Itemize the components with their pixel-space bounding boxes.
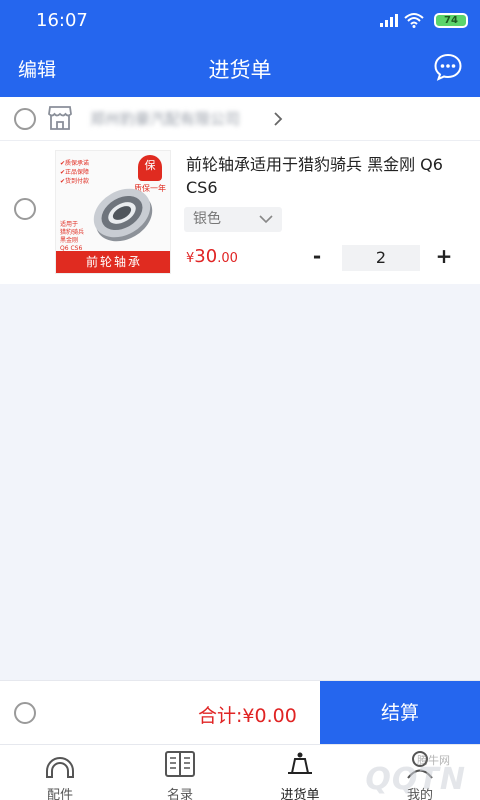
checkout-bar: 合计:¥0.00 结算 xyxy=(0,680,480,745)
tab-bar: 配件 名录 进货单 我的 腾牛网 QQTN xyxy=(0,744,480,800)
total-value: ¥0.00 xyxy=(242,705,297,727)
decrease-quantity-button[interactable]: - xyxy=(306,243,328,269)
variant-label: 银色 xyxy=(193,211,221,227)
shop-icon xyxy=(48,106,72,130)
checkout-button[interactable]: 结算 xyxy=(320,681,480,745)
product-price: ¥30.00 xyxy=(186,246,238,267)
chevron-down-icon xyxy=(259,215,273,224)
product-image-fitment: 适用于 猎豹骑兵 黑金刚 Q6 CS6 xyxy=(60,221,85,252)
product-image[interactable]: ✔质保承诺 ✔正品保障 ✔货到付款 保 质保一年 适用于 猎豹骑兵 黑金刚 Q6… xyxy=(55,150,171,274)
cart-item: ✔质保承诺 ✔正品保障 ✔货到付款 保 质保一年 适用于 猎豹骑兵 黑金刚 Q6… xyxy=(0,141,480,284)
top-bar: 16:07 74 编辑 进货单 xyxy=(0,0,480,97)
product-name[interactable]: 前轮轴承适用于猎豹骑兵 黑金刚 Q6 CS6 xyxy=(186,153,456,199)
item-select-radio[interactable] xyxy=(14,198,36,220)
battery-icon: 74 xyxy=(434,13,468,28)
watermark-logo: 腾牛网 QQTN xyxy=(320,746,470,797)
header: 编辑 进货单 xyxy=(0,40,480,97)
status-time: 16:07 xyxy=(36,10,88,31)
select-all-radio[interactable] xyxy=(14,702,36,724)
chat-bubble-icon[interactable] xyxy=(434,53,462,81)
purchase-order-icon xyxy=(288,752,312,774)
watermark-mark: QQTN xyxy=(365,762,466,797)
total-label: 合计: xyxy=(198,705,243,727)
wifi-icon xyxy=(404,13,424,28)
signal-icon xyxy=(380,13,398,27)
price-decimal: .00 xyxy=(217,251,238,266)
chevron-right-icon[interactable] xyxy=(272,111,284,127)
tab-parts[interactable]: 配件 xyxy=(0,745,120,800)
store-row[interactable]: 郑州豹豪汽配有限公司 xyxy=(0,97,480,141)
quantity-field[interactable]: 2 xyxy=(342,245,420,271)
variant-select[interactable]: 银色 xyxy=(184,207,282,232)
tab-directory[interactable]: 名录 xyxy=(120,745,240,800)
parts-icon xyxy=(46,757,74,778)
tab-parts-label: 配件 xyxy=(46,788,73,800)
store-select-radio[interactable] xyxy=(14,108,36,130)
product-image-banner: 前轮轴承 xyxy=(56,251,170,273)
price-integer: 30 xyxy=(194,246,218,267)
bearing-image xyxy=(93,188,153,242)
store-name[interactable]: 郑州豹豪汽配有限公司 xyxy=(90,108,240,129)
increase-quantity-button[interactable]: + xyxy=(432,243,456,269)
status-bar: 16:07 74 xyxy=(0,0,480,40)
page-title: 进货单 xyxy=(208,58,272,82)
directory-icon xyxy=(165,751,195,777)
tab-directory-label: 名录 xyxy=(166,788,193,800)
total-amount: 合计:¥0.00 xyxy=(198,701,297,728)
